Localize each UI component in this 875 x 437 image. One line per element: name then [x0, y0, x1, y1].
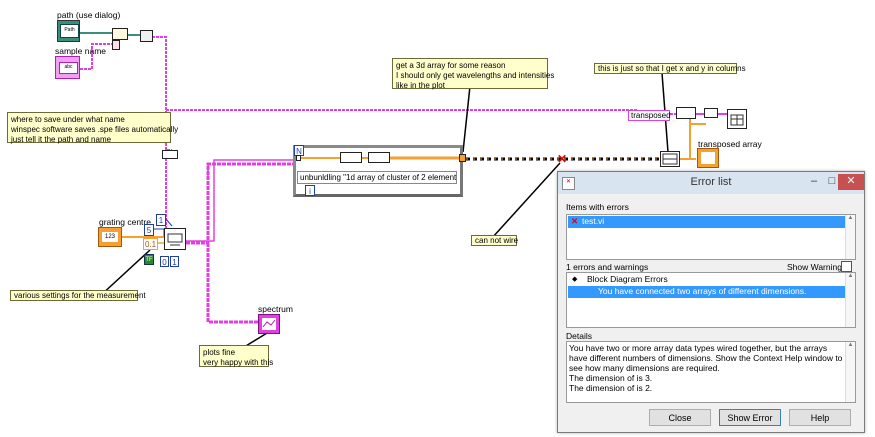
error-message-row[interactable]: You have connected two arrays of differe…	[568, 286, 846, 298]
path-to-string-node[interactable]	[162, 150, 178, 159]
details-text: You have two or more array data types wi…	[569, 343, 843, 393]
error-x-icon: ✕	[571, 216, 579, 226]
wire-path-down-2	[165, 150, 172, 231]
const-01[interactable]: 0.1	[143, 238, 158, 250]
wire-spectrum	[206, 243, 258, 324]
path-label: path (use dialog)	[57, 10, 121, 20]
wire-out-2	[186, 159, 296, 242]
write-spreadsheet-node[interactable]	[727, 109, 747, 129]
show-error-button[interactable]: Show Error	[719, 409, 781, 426]
grating-centre-control[interactable]: 123	[98, 227, 122, 247]
spectrum-label: spectrum	[258, 304, 293, 314]
note-settings: various settings for the measurement	[10, 290, 146, 301]
wire-out-1	[186, 162, 296, 245]
sample-name-control[interactable]: abc	[55, 56, 80, 79]
error-list-dialog[interactable]: ✕ Error list – □ ✕ Items with errors ✕ t…	[557, 171, 865, 433]
loop-iteration-terminal: i	[305, 185, 315, 196]
details-header: Details	[566, 331, 592, 341]
help-button[interactable]: Help	[789, 409, 851, 426]
concat-path-node[interactable]	[140, 30, 153, 42]
group-bullet-icon: ◆	[572, 276, 578, 283]
transpose-node-a[interactable]	[676, 107, 696, 119]
build-path-node[interactable]	[112, 28, 128, 40]
measurement-subvi[interactable]	[164, 228, 186, 250]
close-window-button[interactable]: ✕	[838, 174, 864, 190]
group-label: Block Diagram Errors	[587, 274, 668, 284]
note-save: where to save under what name winspec so…	[7, 112, 178, 144]
transpose-node-b[interactable]	[704, 108, 718, 118]
arrow-cannot	[491, 162, 561, 239]
errors-scrollbar[interactable]: ▲	[845, 273, 855, 327]
arrow-3d	[462, 85, 471, 153]
items-scrollbar[interactable]: ▲	[845, 215, 855, 259]
items-list[interactable]: ✕ test.vi ▲	[566, 214, 856, 260]
transposed-label: transposed	[628, 110, 671, 121]
transposed-array-indicator[interactable]	[697, 148, 719, 168]
note-columns: this is just so that I get x and y in co…	[594, 63, 746, 74]
measurement-icon	[167, 233, 183, 246]
output-tunnel[interactable]	[459, 154, 466, 162]
transpose-icon	[662, 153, 678, 165]
wire-5	[154, 228, 165, 236]
sample-name-inner: abc	[59, 62, 78, 74]
transpose-array-node[interactable]	[660, 151, 680, 167]
const-1b[interactable]: 1	[170, 256, 179, 267]
const-0[interactable]: 0	[160, 256, 169, 267]
note-plots: plots fine very happy with this	[199, 345, 273, 367]
show-warnings-label: Show Warnings	[787, 262, 847, 272]
grating-centre-inner: 123	[102, 232, 118, 242]
sample-name-label: sample name	[55, 46, 107, 56]
const-tf[interactable]: TF	[144, 254, 154, 265]
items-header: Items with errors	[566, 202, 629, 212]
details-box[interactable]: You have two or more array data types wi…	[566, 341, 856, 403]
note-array3d: get a 3d array for some reason I should …	[392, 58, 554, 90]
path-control[interactable]: Path	[57, 20, 80, 42]
wire-top-long	[166, 109, 676, 115]
path-control-inner: Path	[60, 24, 79, 38]
unbundle-node[interactable]	[340, 152, 362, 163]
const-1[interactable]: 1	[156, 214, 166, 226]
minimize-button[interactable]: –	[805, 174, 823, 190]
build-array-node[interactable]	[368, 152, 390, 163]
transposed-array-inner	[701, 152, 715, 164]
loop-label: unbunldling "1d array of cluster of 2 el…	[297, 171, 457, 184]
details-scrollbar[interactable]: ▲	[845, 342, 855, 402]
errors-header: 1 errors and warnings	[566, 262, 649, 272]
const-5[interactable]: 5	[144, 224, 154, 236]
show-warnings-checkbox[interactable]	[841, 261, 852, 272]
errors-list[interactable]: ◆ Block Diagram Errors You have connecte…	[566, 272, 856, 328]
spectrum-indicator[interactable]	[258, 314, 280, 334]
graph-icon	[262, 318, 276, 330]
close-button[interactable]: Close	[649, 409, 711, 426]
string-node[interactable]	[112, 40, 120, 50]
broken-wire-x-icon[interactable]: ✕	[557, 153, 569, 165]
note-cannot: can not wire	[471, 235, 518, 246]
table-icon	[730, 114, 744, 126]
item-test-vi-row[interactable]: ✕ test.vi	[568, 216, 846, 228]
item-label: test.vi	[582, 216, 605, 226]
index-tunnel[interactable]	[296, 155, 301, 161]
